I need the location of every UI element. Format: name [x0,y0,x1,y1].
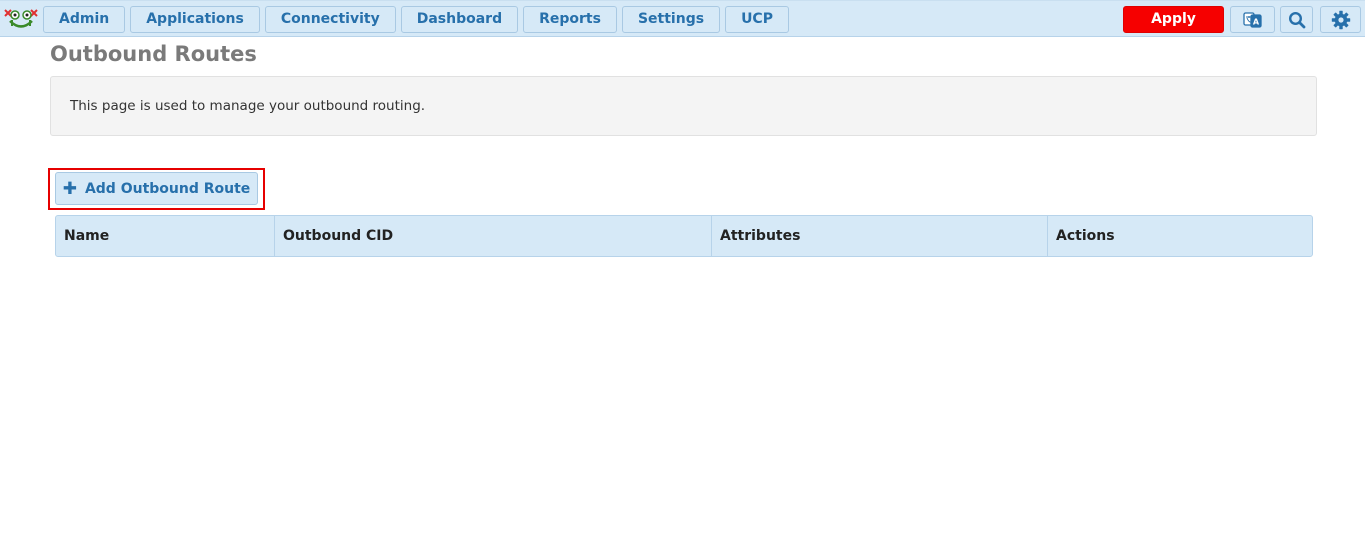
language-button[interactable]: A [1230,6,1275,33]
gear-icon [1331,10,1350,29]
search-button[interactable] [1280,6,1313,33]
settings-button[interactable] [1320,6,1361,33]
main-nav: Admin Applications Connectivity Dashboar… [43,6,794,33]
page-title: Outbound Routes [50,42,257,66]
nav-admin[interactable]: Admin [43,6,126,33]
info-text: This page is used to manage your outboun… [70,98,426,114]
routes-table-header: Name Outbound CID Attributes Actions [55,215,1313,257]
svg-text:A: A [1252,17,1259,26]
column-header-outbound-cid[interactable]: Outbound CID [275,216,712,256]
nav-applications[interactable]: Applications [130,6,260,33]
search-icon [1288,11,1305,28]
column-header-actions[interactable]: Actions [1048,216,1312,256]
plus-icon: ✚ [62,178,77,199]
nav-connectivity[interactable]: Connectivity [264,6,396,33]
nav-dashboard[interactable]: Dashboard [400,6,519,33]
top-navigation-bar: Admin Applications Connectivity Dashboar… [0,0,1365,52]
column-header-name[interactable]: Name [56,216,275,256]
language-icon: A [1242,11,1262,28]
info-box: This page is used to manage your outboun… [50,76,1317,136]
nav-reports[interactable]: Reports [523,6,617,33]
nav-ucp[interactable]: UCP [725,6,789,33]
frog-logo-icon[interactable] [3,6,39,32]
nav-settings[interactable]: Settings [621,6,721,33]
column-header-attributes[interactable]: Attributes [712,216,1048,256]
apply-config-button[interactable]: Apply Config [1123,6,1224,52]
add-outbound-route-label: Add Outbound Route [84,180,251,197]
add-outbound-route-button[interactable]: ✚ Add Outbound Route [55,172,258,205]
